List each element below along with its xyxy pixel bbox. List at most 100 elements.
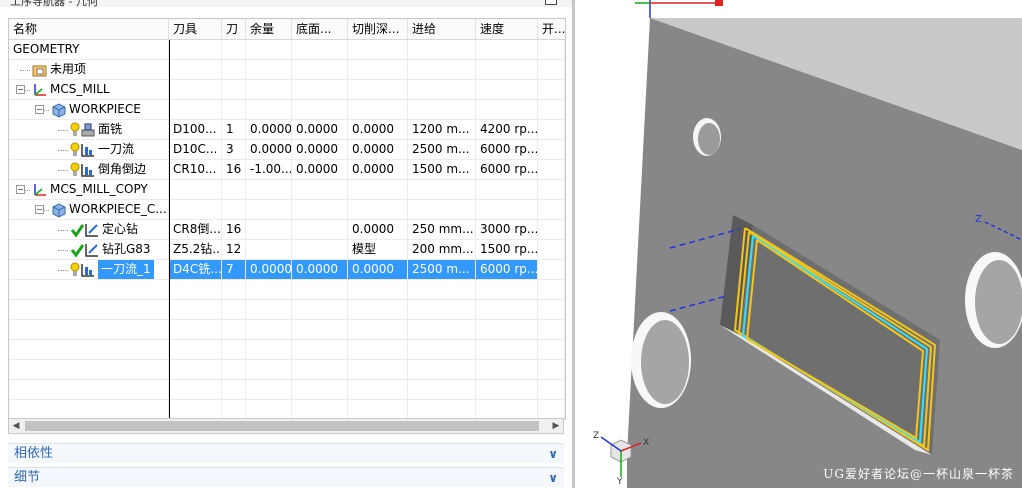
- workpiece-icon: [51, 102, 67, 118]
- row-cell: 6000 rp...: [476, 160, 538, 179]
- row-cell: D10C...: [169, 140, 222, 159]
- empty-cell: [222, 280, 246, 299]
- row-cell: 0.0000: [246, 260, 292, 279]
- empty-cell: [538, 400, 565, 419]
- collapse-toggle-icon[interactable]: −: [16, 185, 25, 194]
- row-name-cell[interactable]: − MCS_MILL_COPY: [9, 180, 169, 199]
- table-header: 名称 刀具 刀 余量 底面... 切削深... 进给 速度 开...: [9, 19, 565, 40]
- table-row[interactable]: − MCS_MILL_COPY: [9, 180, 565, 200]
- row-cell: [292, 100, 348, 119]
- table-row[interactable]: 定心钻 CR8倒... 16 0.0000 250 mm... 3000 rp...: [9, 220, 565, 240]
- graphics-viewport[interactable]: Z X Y Z UG爱好者论坛@一杯山泉一杯茶: [575, 0, 1022, 488]
- table-row[interactable]: − WORKPIECE_C...: [9, 200, 565, 220]
- row-name-label: MCS_MILL_COPY: [50, 182, 148, 196]
- scroll-left-icon[interactable]: ◀: [9, 419, 23, 433]
- row-name-cell[interactable]: 未用项: [9, 60, 169, 79]
- table-row[interactable]: 一刀流 D10C... 3 0.0000 0.0000 0.0000 2500 m... 60…: [9, 140, 565, 160]
- row-cell: [538, 60, 565, 79]
- column-header-stock[interactable]: 余量: [246, 19, 292, 39]
- row-cell: [538, 220, 565, 239]
- column-header-floor[interactable]: 底面...: [292, 19, 348, 39]
- row-cell: [348, 180, 408, 199]
- horizontal-scrollbar[interactable]: ◀ ▶: [8, 418, 564, 434]
- empty-cell: [408, 400, 476, 419]
- empty-cell: [169, 380, 222, 399]
- navigator-title-bar: 工序导航器 - 几何: [0, 0, 572, 8]
- row-name-cell[interactable]: 定心钻: [9, 220, 169, 239]
- pin-checkbox[interactable]: [545, 0, 557, 5]
- row-name-label: 未用项: [50, 62, 87, 76]
- row-cell: [538, 120, 565, 139]
- empty-cell: [246, 380, 292, 399]
- column-header-cut-depth[interactable]: 切削深...: [348, 19, 408, 39]
- row-name-cell[interactable]: 一刀流: [9, 140, 169, 159]
- panel-dependencies-label: 相依性: [14, 446, 54, 461]
- table-row[interactable]: − MCS_MILL: [9, 80, 565, 100]
- empty-table-row: [9, 340, 565, 360]
- row-cell: [476, 40, 538, 59]
- chevron-down-icon[interactable]: ∨: [548, 468, 558, 488]
- scroll-right-icon[interactable]: ▶: [549, 419, 563, 433]
- row-name-cell[interactable]: 面铣: [9, 120, 169, 139]
- empty-cell: [476, 380, 538, 399]
- table-row[interactable]: GEOMETRY: [9, 40, 565, 60]
- row-name-cell[interactable]: − WORKPIECE_C...: [9, 200, 169, 219]
- row-cell: [222, 40, 246, 59]
- row-cell: 3: [222, 140, 246, 159]
- empty-cell: [292, 280, 348, 299]
- row-cell: [292, 40, 348, 59]
- empty-cell: [538, 300, 565, 319]
- table-row[interactable]: − WORKPIECE: [9, 100, 565, 120]
- table-row[interactable]: 钻孔G83 Z5.2钻... 12 模型 200 mm... 1500 rp...: [9, 240, 565, 260]
- table-row[interactable]: 倒角倒边 CR10... 16 -1.00... 0.0000 0.0000 1500 m.…: [9, 160, 565, 180]
- triad-y-label: Y: [616, 477, 623, 487]
- row-cell: 1500 rp...: [476, 240, 538, 259]
- row-cell: CR10...: [169, 160, 222, 179]
- row-cell: 0.0000: [348, 140, 408, 159]
- column-header-feed[interactable]: 进给: [408, 19, 476, 39]
- empty-cell: [222, 360, 246, 379]
- table-row[interactable]: 未用项: [9, 60, 565, 80]
- row-name-cell[interactable]: − MCS_MILL: [9, 80, 169, 99]
- empty-cell: [408, 340, 476, 359]
- row-name-cell[interactable]: GEOMETRY: [9, 40, 169, 59]
- row-name-cell[interactable]: 倒角倒边: [9, 160, 169, 179]
- row-cell: [246, 40, 292, 59]
- column-header-name[interactable]: 名称: [9, 19, 169, 39]
- row-cell: 0.0000: [292, 140, 348, 159]
- table-row[interactable]: 面铣 D100... 1 0.0000 0.0000 0.0000 1200 m... 420…: [9, 120, 565, 140]
- column-header-tool[interactable]: 刀具: [169, 19, 222, 39]
- mcs-z-label: Z: [975, 214, 982, 225]
- panel-dependencies[interactable]: 相依性 ∨: [8, 443, 564, 463]
- row-name-label: 一刀流: [98, 142, 135, 156]
- column-header-open[interactable]: 开...: [538, 19, 565, 39]
- hole-bottom-left-inner: [641, 320, 689, 404]
- tree-connector: [58, 130, 68, 131]
- hole-top-left-inner: [698, 123, 720, 155]
- chevron-down-icon[interactable]: ∨: [548, 444, 558, 464]
- empty-cell: [292, 400, 348, 419]
- empty-cell: [246, 360, 292, 379]
- row-cell: 0.0000: [292, 260, 348, 279]
- row-cell: [246, 60, 292, 79]
- panel-details[interactable]: 细节 ∨: [8, 467, 564, 487]
- row-name-cell[interactable]: 一刀流_1: [9, 260, 169, 279]
- row-cell: [222, 100, 246, 119]
- navigator-title: 工序导航器 - 几何: [10, 0, 98, 8]
- empty-cell: [9, 320, 169, 339]
- row-cell: 1200 m...: [408, 120, 476, 139]
- column-header-speed[interactable]: 速度: [476, 19, 538, 39]
- row-name-cell[interactable]: 钻孔G83: [9, 240, 169, 259]
- collapse-toggle-icon[interactable]: −: [35, 205, 44, 214]
- row-cell: [169, 200, 222, 219]
- row-cell: 0.0000: [292, 160, 348, 179]
- scrollbar-thumb[interactable]: [25, 421, 539, 431]
- column-header-tool-number[interactable]: 刀: [222, 19, 246, 39]
- collapse-toggle-icon[interactable]: −: [16, 85, 25, 94]
- row-name-cell[interactable]: − WORKPIECE: [9, 100, 169, 119]
- empty-cell: [9, 280, 169, 299]
- table-row[interactable]: 一刀流_1 D4C铣... 7 0.0000 0.0000 0.0000 2500 m...…: [9, 260, 565, 280]
- row-cell: [246, 240, 292, 259]
- row-cell: 6000 rp...: [476, 260, 538, 279]
- collapse-toggle-icon[interactable]: −: [35, 105, 44, 114]
